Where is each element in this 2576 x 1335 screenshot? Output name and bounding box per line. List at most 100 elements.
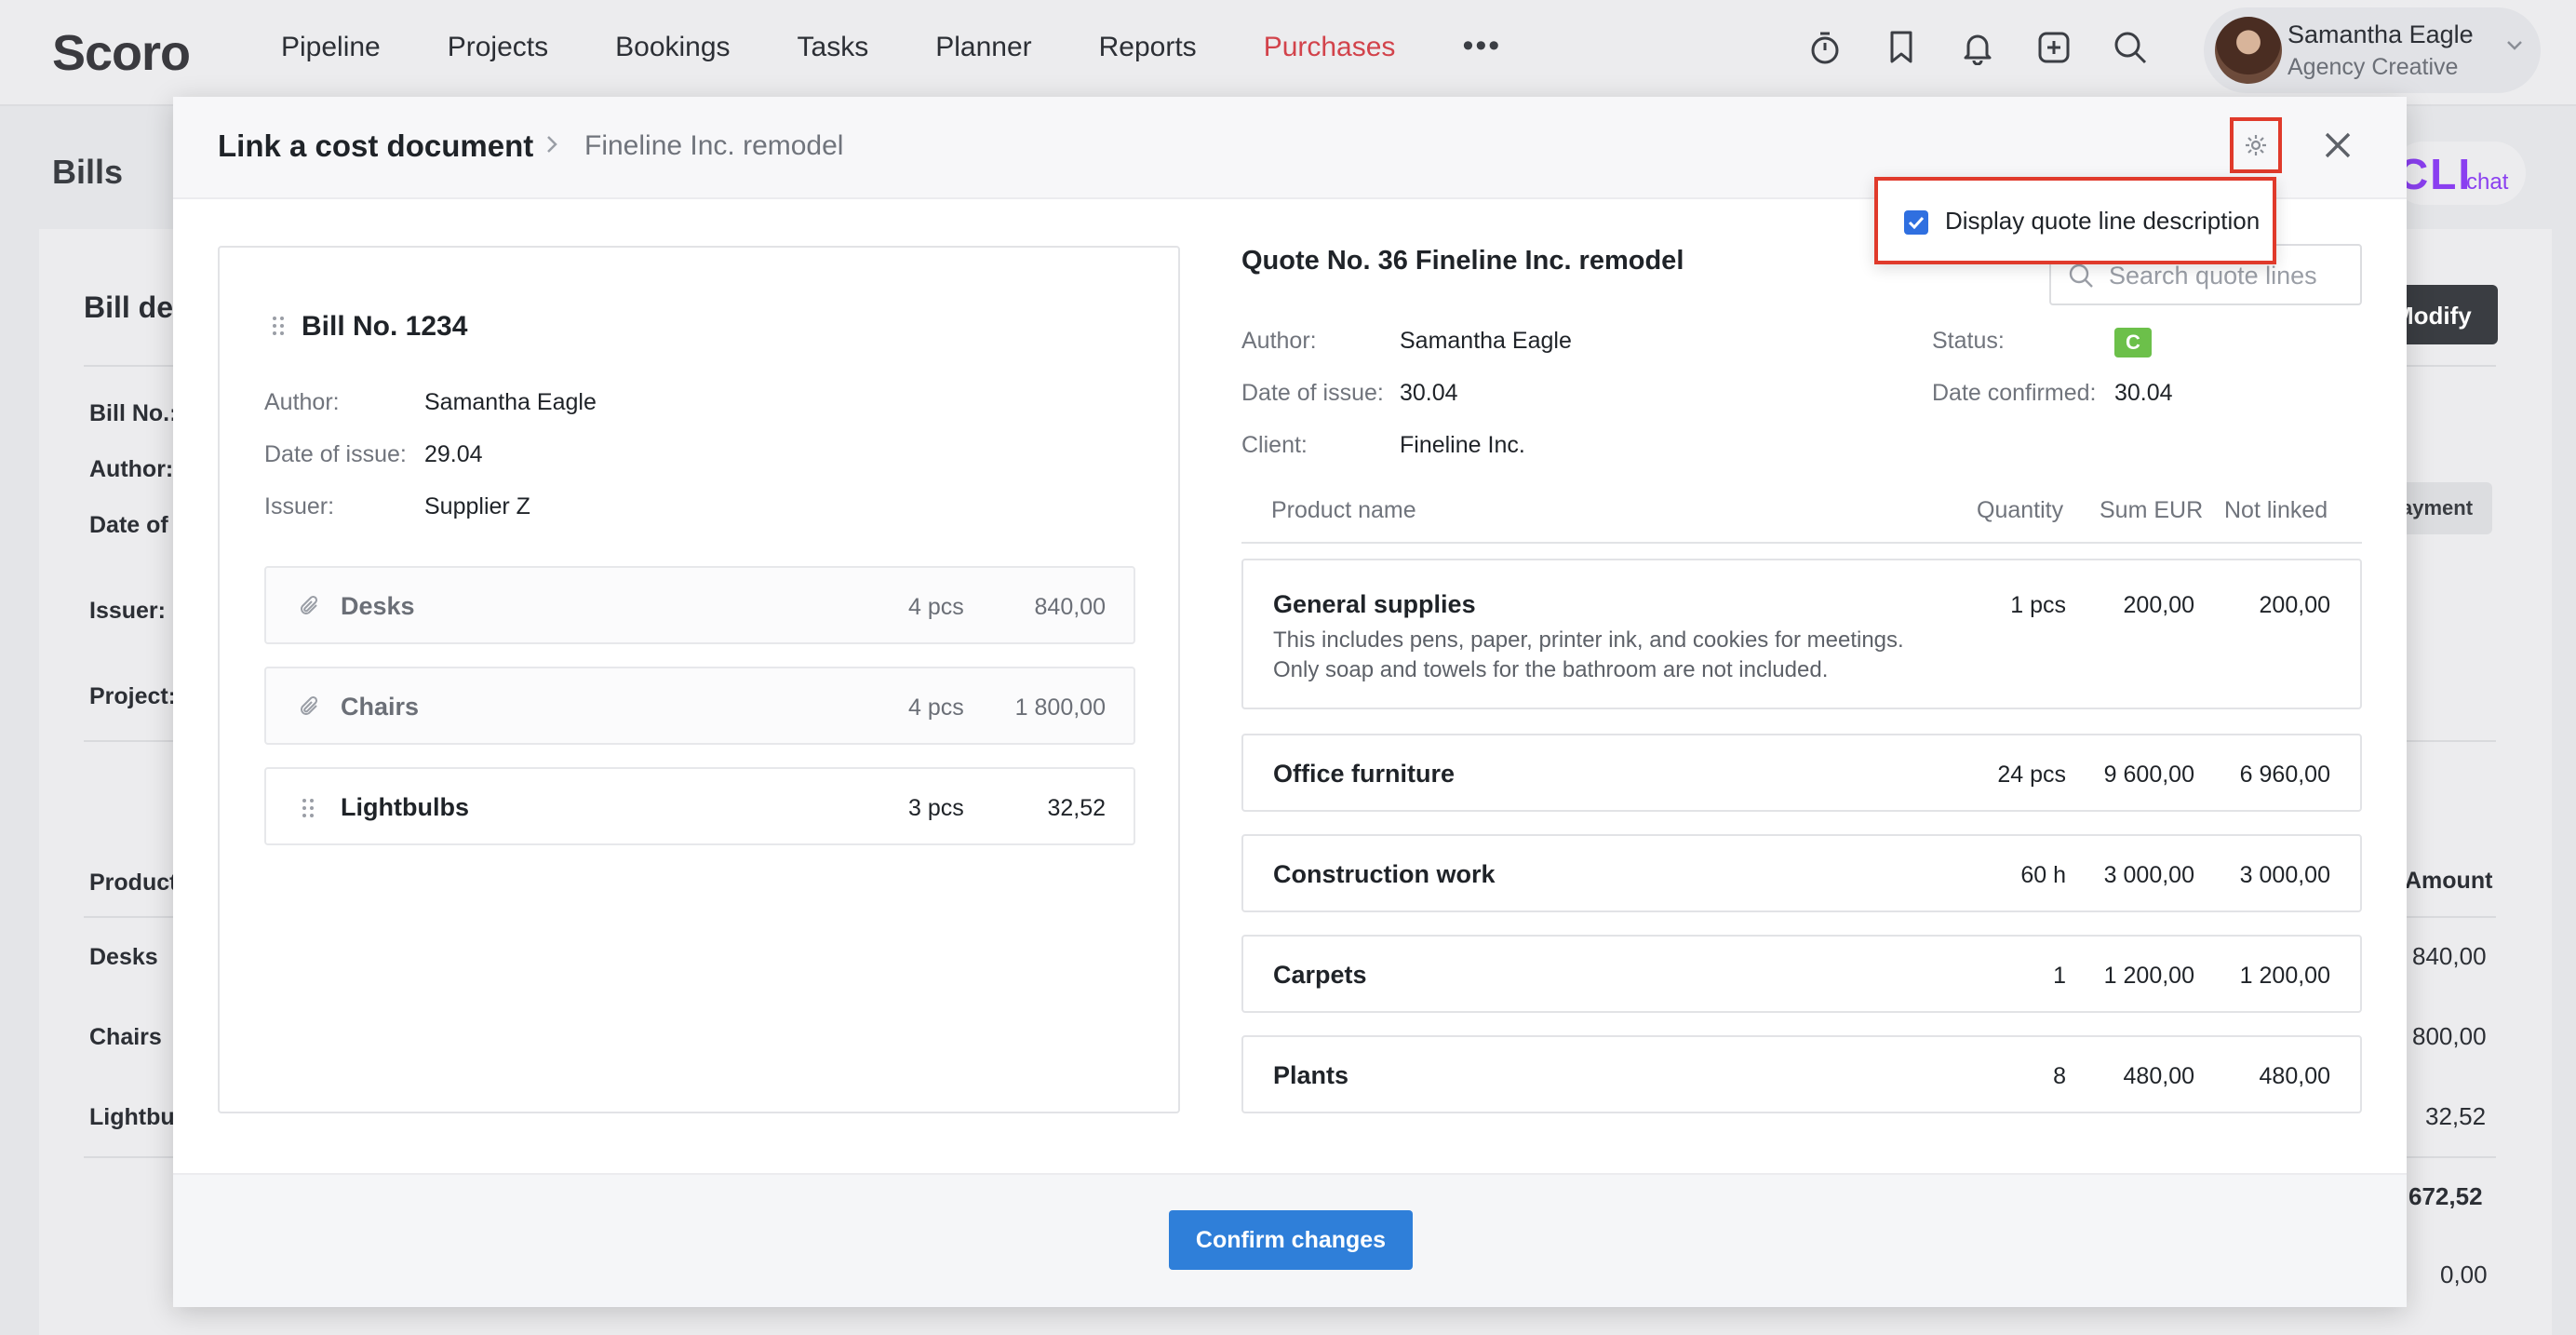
chat-widget[interactable]: CLI chat [2392, 142, 2526, 205]
display-description-checkbox[interactable] [1904, 210, 1928, 235]
divider [1241, 542, 2362, 544]
chat-logo: CLI [2397, 150, 2473, 198]
modal-title: Link a cost document [218, 128, 534, 163]
quote-line-sum: 480,00 [2123, 1063, 2194, 1089]
drag-handle-icon[interactable] [302, 797, 315, 819]
user-menu[interactable]: Samantha Eagle Agency Creative [2204, 7, 2541, 93]
bookmark-icon[interactable] [1882, 28, 1921, 67]
bill-issuer: Supplier Z [424, 493, 530, 519]
quote-line-item[interactable]: Construction work 60 h 3 000,00 3 000,00 [1241, 834, 2362, 912]
nav-reports[interactable]: Reports [1099, 32, 1197, 64]
bill-line-qty: 4 pcs [908, 594, 964, 620]
quote-author-label: Author: [1241, 328, 1317, 354]
stopwatch-icon[interactable] [1805, 28, 1845, 67]
close-icon[interactable] [2321, 128, 2355, 162]
bg-row-product: Chairs [89, 1024, 162, 1050]
amount-column-header: Amount [2405, 868, 2493, 894]
quote-line-qty: 1 [2053, 963, 2066, 989]
nav-bookings[interactable]: Bookings [615, 32, 730, 64]
quote-line-item[interactable]: Plants 8 480,00 480,00 [1241, 1035, 2362, 1113]
search-icon[interactable] [2111, 28, 2150, 67]
column-header-sum: Sum EUR [2100, 497, 2204, 523]
quote-line-name: Office furniture [1273, 760, 1456, 788]
payment-button[interactable]: ayment [2395, 482, 2492, 534]
quote-author: Samantha Eagle [1400, 328, 1572, 354]
project-label: Project: [89, 683, 177, 709]
quote-title: Quote No. 36 Fineline Inc. remodel [1241, 246, 1684, 276]
quote-line-name: Construction work [1273, 860, 1496, 888]
user-name: Samantha Eagle [2288, 20, 2474, 48]
bg-row-amount: 840,00 [2412, 942, 2487, 970]
bill-issuer-label: Issuer: [264, 493, 335, 519]
nav-pipeline[interactable]: Pipeline [281, 32, 381, 64]
avatar [2215, 17, 2282, 84]
settings-button[interactable] [2230, 117, 2282, 173]
top-icons [1805, 28, 2150, 67]
bg-total: 672,52 [2408, 1182, 2483, 1210]
display-description-label[interactable]: Display quote line description [1945, 207, 2260, 236]
quote-line-not-linked: 200,00 [2259, 592, 2330, 618]
bg-row-product: Lightbu [89, 1104, 175, 1130]
bill-line-sum: 32,52 [1047, 795, 1106, 821]
issuer-label: Issuer: [89, 598, 166, 624]
quote-line-item[interactable]: Carpets 1 1 200,00 1 200,00 [1241, 935, 2362, 1013]
scoro-logo[interactable]: Scoro [52, 24, 191, 82]
paperclip-icon [301, 595, 318, 614]
bg-footer-value: 0,00 [2440, 1261, 2488, 1288]
quote-date-label: Date of issue: [1241, 380, 1384, 406]
bill-author: Samantha Eagle [424, 389, 597, 415]
quote-line-item[interactable]: Office furniture 24 pcs 9 600,00 6 960,0… [1241, 734, 2362, 812]
quote-line-qty: 60 h [2020, 862, 2066, 888]
bill-date: 29.04 [424, 441, 483, 467]
nav-purchases[interactable]: Purchases [1264, 32, 1396, 64]
quote-line-item[interactable]: General supplies 1 pcs 200,00 200,00 Thi… [1241, 559, 2362, 709]
column-header-quantity: Quantity [1977, 497, 2064, 523]
bg-row-amount: 32,52 [2425, 1102, 2487, 1130]
nav-tasks[interactable]: Tasks [798, 32, 869, 64]
drag-handle-icon[interactable] [272, 315, 285, 337]
chevron-down-icon [2507, 41, 2522, 50]
bell-icon[interactable] [1958, 28, 1997, 67]
gear-icon [2246, 135, 2266, 155]
quote-line-name: Carpets [1273, 961, 1367, 989]
column-header-product: Product name [1271, 497, 1416, 523]
quote-client: Fineline Inc. [1400, 432, 1525, 458]
description-line: This includes pens, paper, printer ink, … [1273, 627, 1904, 653]
nav-more-button[interactable]: ••• [1462, 28, 1501, 64]
checkmark-icon [1908, 216, 1925, 229]
bill-date-label: Date of issue: [264, 441, 407, 467]
column-header-not-linked: Not linked [2224, 497, 2328, 523]
quote-line-not-linked: 6 960,00 [2239, 762, 2330, 788]
quote-line-not-linked: 1 200,00 [2239, 963, 2330, 989]
bill-title: Bill No. 1234 [302, 311, 468, 342]
quote-line-description: This includes pens, paper, printer ink, … [1273, 626, 1980, 685]
product-column-header: Product [89, 870, 178, 896]
bill-line-sum: 840,00 [1034, 594, 1106, 620]
status-badge: C [2114, 328, 2152, 357]
bill-line-item[interactable]: Chairs 4 pcs 1 800,00 [264, 667, 1135, 745]
quote-confirmed-label: Date confirmed: [1932, 380, 2097, 406]
link-cost-document-modal: Link a cost document Fineline Inc. remod… [173, 97, 2407, 1307]
nav-planner[interactable]: Planner [935, 32, 1031, 64]
search-icon [2069, 263, 2093, 288]
nav-projects[interactable]: Projects [448, 32, 548, 64]
quote-client-label: Client: [1241, 432, 1308, 458]
quote-line-sum: 1 200,00 [2103, 963, 2194, 989]
quote-line-sum: 3 000,00 [2103, 862, 2194, 888]
bill-line-item[interactable]: Desks 4 pcs 840,00 [264, 566, 1135, 644]
quote-line-qty: 1 pcs [2010, 592, 2066, 618]
quote-line-sum: 200,00 [2123, 592, 2194, 618]
bill-line-item[interactable]: Lightbulbs 3 pcs 32,52 [264, 767, 1135, 845]
bill-line-qty: 4 pcs [908, 694, 964, 721]
modal-breadcrumb[interactable]: Fineline Inc. remodel [584, 130, 843, 162]
paperclip-icon [301, 695, 318, 715]
quote-status-label: Status: [1932, 328, 2005, 354]
description-line: Only soap and towels for the bathroom ar… [1273, 657, 1829, 682]
bill-line-sum: 1 800,00 [1014, 694, 1106, 721]
confirm-changes-button[interactable]: Confirm changes [1169, 1210, 1413, 1270]
quote-line-qty: 8 [2053, 1063, 2066, 1089]
add-new-icon[interactable] [2034, 28, 2073, 67]
quote-confirmed: 30.04 [2114, 380, 2173, 406]
quote-line-not-linked: 480,00 [2259, 1063, 2330, 1089]
quote-line-sum: 9 600,00 [2103, 762, 2194, 788]
